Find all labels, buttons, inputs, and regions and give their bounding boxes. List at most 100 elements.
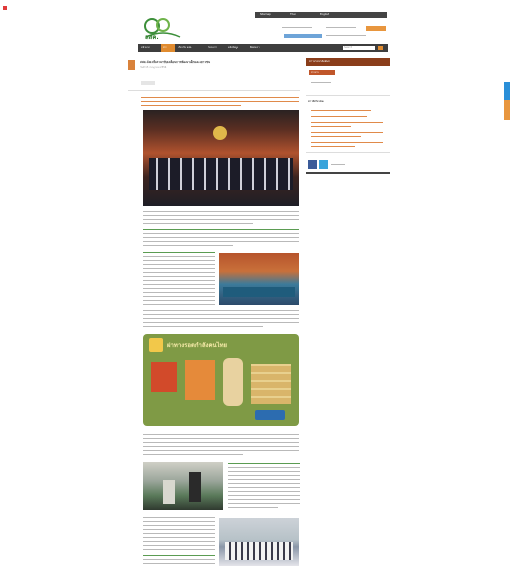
body-text — [143, 310, 299, 312]
body-text — [143, 521, 215, 523]
body-text — [143, 300, 215, 302]
main-nav: หน้าแรก ข่าว เกี่ยวกับ สสค. โครงการ คลัง… — [138, 44, 388, 52]
nav-item-about[interactable]: เกี่ยวกับ สสค. — [178, 46, 192, 50]
body-text — [143, 326, 263, 328]
social-label — [331, 164, 345, 166]
sidebar-link[interactable] — [311, 82, 331, 84]
site-logo[interactable]: สสค. — [143, 15, 183, 41]
infographic-blocks — [251, 364, 291, 404]
header-orange-button[interactable] — [366, 26, 386, 31]
body-text — [143, 318, 299, 320]
nav-item-contact[interactable]: ติดต่อเรา — [250, 46, 260, 50]
article-title: สสค.จัดเวทีเสวนาขับเคลื่อนการพัฒนาเด็กแล… — [140, 60, 211, 64]
body-text — [143, 229, 299, 231]
body-text — [228, 471, 300, 473]
side-floating-tab-orange[interactable] — [504, 100, 510, 120]
top-link-thai[interactable]: Thai — [290, 13, 296, 17]
body-text — [143, 296, 215, 298]
body-text — [143, 292, 215, 294]
body-text — [143, 268, 215, 270]
group-photo — [219, 518, 299, 566]
infographic-box-center — [185, 360, 215, 400]
top-link-sitemap[interactable]: Sitemap — [260, 13, 271, 17]
body-text — [143, 304, 215, 306]
infographic-badge-icon — [149, 338, 163, 352]
body-text — [228, 463, 300, 465]
infographic-title: ผ่าทางรอดกำลังคนไทย — [167, 342, 228, 349]
sidebar-tab-label: ข่าวสาร — [311, 71, 319, 74]
related-link[interactable] — [311, 110, 371, 112]
header-text-line — [326, 35, 366, 37]
related-link[interactable] — [311, 136, 361, 138]
body-text — [143, 446, 299, 448]
body-text — [228, 467, 300, 469]
body-text — [143, 559, 215, 561]
stage-logo-icon — [213, 126, 227, 140]
body-text — [143, 450, 299, 452]
body-text — [143, 529, 215, 531]
seminar-table — [223, 287, 295, 297]
nav-item-projects[interactable]: โครงการ — [208, 46, 217, 50]
infographic-box-left — [151, 362, 177, 392]
body-text — [143, 322, 299, 324]
body-text — [143, 245, 233, 247]
body-text — [143, 549, 215, 551]
related-link[interactable] — [311, 146, 355, 148]
body-text — [143, 256, 215, 258]
body-text — [143, 233, 299, 235]
body-text — [143, 237, 299, 239]
body-text — [228, 483, 300, 485]
body-text — [143, 223, 253, 225]
nav-item-news[interactable]: ข่าว — [161, 44, 175, 52]
sidebar-divider — [306, 95, 390, 97]
body-text — [228, 499, 300, 501]
facebook-icon[interactable] — [308, 160, 317, 169]
header-text-line — [282, 27, 312, 29]
share-buttons[interactable] — [141, 81, 155, 85]
body-text — [143, 288, 215, 290]
body-text — [143, 280, 215, 282]
training-photo — [143, 462, 223, 510]
search-icon[interactable] — [378, 46, 383, 50]
twitter-icon[interactable] — [319, 160, 328, 169]
top-links: Sitemap Thai English — [258, 12, 384, 18]
sidebar-header: ข่าวประชาสัมพันธ์ — [306, 58, 390, 66]
header-text-line — [326, 27, 356, 29]
related-link[interactable] — [311, 122, 383, 124]
body-text — [143, 545, 215, 547]
nav-item-home[interactable]: หน้าแรก — [141, 46, 150, 50]
body-text — [143, 272, 215, 274]
body-text — [143, 555, 215, 557]
person-figure — [163, 480, 175, 504]
article-date: วันที่ 15 กรกฎาคม 2556 — [140, 66, 167, 69]
person-figure — [189, 472, 201, 502]
search-input[interactable]: Search — [343, 46, 375, 50]
article-date-badge — [128, 60, 135, 70]
top-link-english[interactable]: English — [320, 13, 329, 17]
related-link[interactable] — [311, 142, 383, 144]
header-blue-button[interactable] — [284, 34, 322, 38]
body-text — [143, 442, 299, 444]
body-text — [143, 434, 299, 436]
body-text — [143, 537, 215, 539]
body-text — [143, 252, 215, 254]
infographic: ผ่าทางรอดกำลังคนไทย — [143, 334, 299, 426]
body-text — [143, 276, 215, 278]
lead-text — [141, 101, 299, 103]
nav-item-library[interactable]: คลังข้อมูล — [228, 46, 238, 50]
event-photo — [143, 110, 299, 206]
related-link[interactable] — [311, 132, 383, 134]
people-row — [149, 158, 293, 190]
body-text — [143, 314, 299, 316]
body-text — [228, 503, 300, 505]
people-row — [225, 542, 293, 560]
related-link[interactable] — [311, 116, 367, 118]
body-text — [228, 491, 300, 493]
sidebar-tab[interactable]: ข่าวสาร — [309, 70, 335, 75]
body-text — [228, 487, 300, 489]
sidebar-bottom-bar — [306, 172, 390, 174]
side-floating-tab-blue[interactable] — [504, 82, 510, 100]
body-text — [143, 260, 215, 262]
related-link[interactable] — [311, 126, 351, 128]
sidebar-divider — [306, 152, 390, 154]
